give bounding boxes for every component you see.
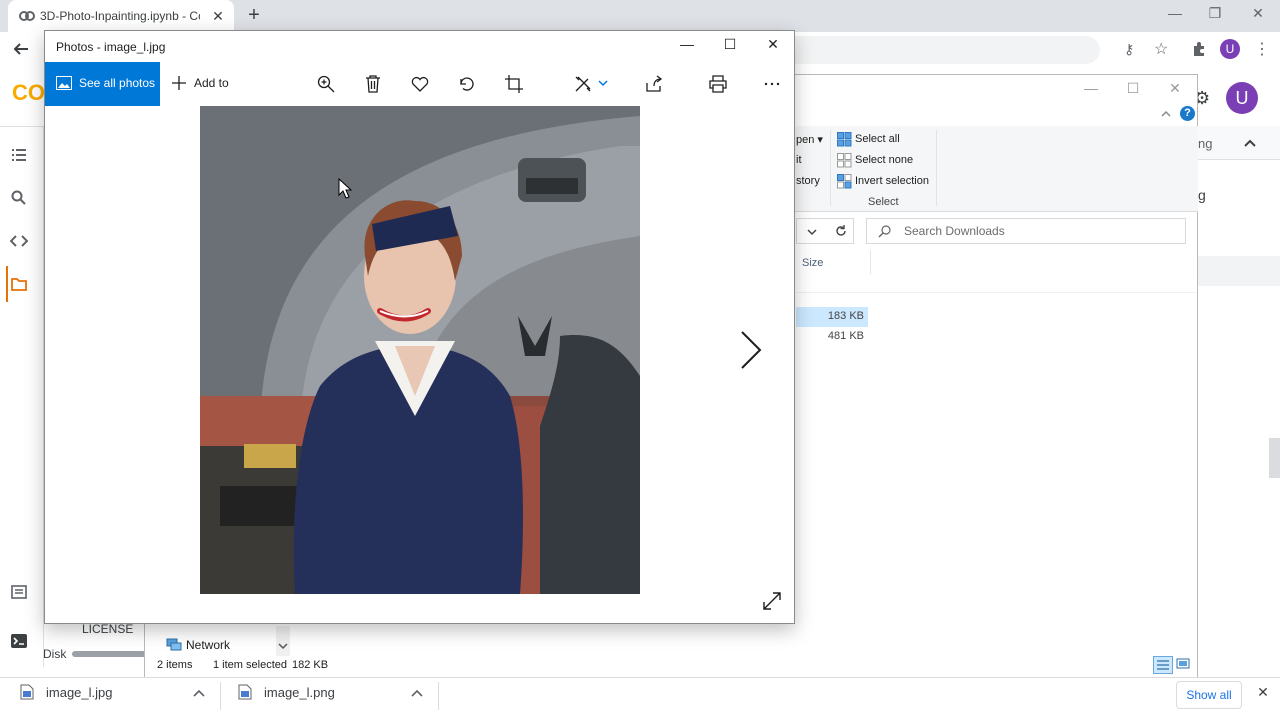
status-item-count: 2 items	[157, 659, 193, 671]
column-header-size[interactable]: Size	[802, 257, 823, 269]
code-icon[interactable]	[10, 232, 28, 250]
download-menu-chevron-icon[interactable]	[192, 686, 206, 700]
file-license[interactable]: LICENSE	[82, 622, 133, 636]
status-selected-size: 182 KB	[292, 659, 329, 671]
explorer-close-icon[interactable]: ✕	[1160, 80, 1190, 97]
photos-minimize-icon[interactable]: —	[672, 36, 702, 52]
page-scrollbar[interactable]	[1269, 438, 1280, 478]
header-divider	[796, 292, 1196, 293]
photos-maximize-icon[interactable]: ☐	[715, 36, 745, 53]
search-icon[interactable]	[10, 189, 28, 207]
fullscreen-expand-icon[interactable]	[762, 591, 782, 611]
explorer-minimize-icon[interactable]: —	[1076, 80, 1106, 96]
terminal-icon[interactable]	[10, 632, 28, 650]
download-item-jpg[interactable]: image_l.jpg	[46, 685, 113, 700]
select-none-icon	[837, 153, 852, 168]
tab-title: 3D-Photo-Inpainting.ipynb - Colab	[40, 9, 200, 23]
select-none-button[interactable]: Select none	[855, 154, 913, 166]
ribbon-divider-2	[936, 130, 937, 206]
ribbon-divider	[830, 130, 831, 206]
toc-icon[interactable]	[10, 146, 28, 164]
extensions-icon[interactable]	[1190, 40, 1208, 58]
large-icons-view-icon[interactable]	[1176, 657, 1190, 671]
crop-icon[interactable]	[504, 74, 524, 94]
browser-close-icon[interactable]: ✕	[1243, 5, 1273, 22]
next-photo-chevron-icon[interactable]	[738, 330, 762, 370]
photos-window-title: Photos - image_l.jpg	[56, 40, 166, 54]
file-icon-jpg	[20, 684, 34, 700]
search-placeholder: Search Downloads	[904, 224, 1005, 238]
browser-menu-icon[interactable]: ⋮	[1254, 39, 1270, 58]
colab-logo: CO	[12, 80, 45, 105]
colab-right-panel	[1198, 126, 1280, 666]
nav-network[interactable]: Network	[186, 638, 230, 652]
zoom-icon[interactable]	[316, 74, 336, 94]
scroll-down-icon[interactable]	[278, 641, 288, 651]
close-downloads-bar-icon[interactable]: ✕	[1256, 684, 1270, 700]
edit-chevron-icon[interactable]	[598, 78, 608, 88]
download-divider	[220, 682, 221, 710]
share-icon[interactable]	[644, 74, 664, 94]
disk-usage-bar	[72, 651, 146, 657]
download-divider	[438, 682, 439, 710]
select-all-icon	[837, 132, 852, 147]
refresh-icon[interactable]	[834, 224, 848, 238]
right-panel-text-2: g	[1198, 187, 1206, 203]
more-icon[interactable]	[762, 74, 782, 94]
ribbon-open-button[interactable]: pen ▾	[796, 133, 823, 146]
ribbon-group-select-label: Select	[868, 196, 899, 208]
tab-close-icon[interactable]: ✕	[210, 8, 226, 24]
ribbon-edit-button[interactable]: it	[796, 154, 802, 166]
show-all-downloads-button[interactable]: Show all	[1176, 681, 1242, 709]
details-view-icon[interactable]	[1153, 656, 1173, 674]
column-divider	[870, 250, 871, 274]
address-dropdown-icon[interactable]	[806, 226, 818, 238]
invert-selection-button[interactable]: Invert selection	[855, 175, 929, 187]
right-panel-text-1: ng	[1198, 136, 1213, 151]
invert-selection-icon	[837, 174, 852, 189]
add-icon[interactable]	[172, 76, 186, 90]
file-size-1: 183 KB	[827, 310, 864, 322]
command-palette-icon[interactable]	[10, 583, 28, 601]
file-icon-png	[238, 684, 252, 700]
explorer-maximize-icon[interactable]: ☐	[1118, 80, 1148, 97]
file-size-2: 481 KB	[827, 330, 864, 342]
ribbon-collapse-icon[interactable]	[1160, 108, 1172, 120]
key-icon[interactable]: ⚷	[1124, 41, 1140, 57]
profile-avatar[interactable]: U	[1220, 39, 1240, 59]
rotate-icon[interactable]	[457, 74, 477, 94]
colab-tab-icon	[19, 9, 35, 23]
ribbon-history-button[interactable]: story	[796, 175, 820, 187]
disk-label: Disk	[43, 647, 67, 661]
browser-restore-icon[interactable]: ❐	[1200, 5, 1230, 22]
select-all-button[interactable]: Select all	[855, 133, 900, 145]
back-arrow-icon[interactable]	[12, 40, 30, 58]
add-to-button[interactable]: Add to	[194, 76, 229, 90]
delete-icon[interactable]	[363, 74, 383, 94]
status-selected-count: 1 item selected	[213, 659, 287, 671]
edit-icon[interactable]	[573, 74, 593, 94]
photos-app-icon	[56, 76, 72, 90]
photos-close-icon[interactable]: ✕	[758, 36, 788, 53]
favorite-icon[interactable]	[410, 74, 430, 94]
collapse-chevron-icon[interactable]	[1243, 136, 1257, 150]
help-icon[interactable]: ?	[1180, 106, 1195, 121]
print-icon[interactable]	[708, 74, 728, 94]
colab-profile-avatar[interactable]: U	[1226, 82, 1258, 114]
photo-image[interactable]	[200, 106, 640, 594]
explorer-search-icon	[878, 224, 892, 238]
right-panel-row	[1198, 256, 1280, 286]
active-rail-indicator	[6, 266, 8, 302]
download-menu-chevron-icon[interactable]	[410, 686, 424, 700]
download-item-png[interactable]: image_l.png	[264, 685, 335, 700]
browser-minimize-icon[interactable]: —	[1160, 5, 1190, 21]
network-icon	[166, 638, 182, 652]
mouse-cursor-icon	[338, 178, 352, 200]
ribbon-open-label: pen	[796, 134, 815, 146]
star-icon[interactable]: ☆	[1154, 39, 1172, 58]
new-tab-button[interactable]: +	[244, 4, 264, 26]
folder-icon[interactable]	[10, 275, 28, 293]
see-all-photos-label: See all photos	[79, 76, 156, 90]
